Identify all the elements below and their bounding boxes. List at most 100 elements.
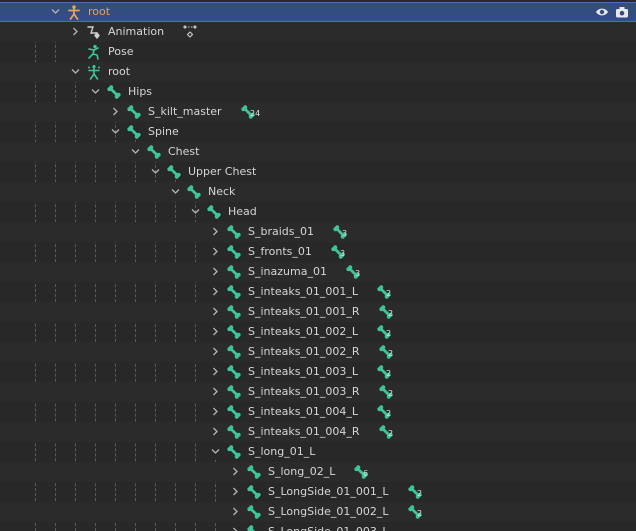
chevron-right-icon[interactable] xyxy=(208,304,222,320)
chevron-right-icon[interactable] xyxy=(208,284,222,300)
bone-icon xyxy=(246,524,262,531)
chevron-down-icon[interactable] xyxy=(168,184,182,200)
outliner-row[interactable]: root xyxy=(0,62,636,82)
outliner-row[interactable]: S_braids_01 3 xyxy=(0,222,636,242)
chevron-down-icon[interactable] xyxy=(148,164,162,180)
outliner-row[interactable]: Spine xyxy=(0,122,636,142)
outliner-row[interactable]: S_inteaks_01_004_L 2 xyxy=(0,402,636,422)
child-count: 2 xyxy=(388,429,394,438)
outliner-row[interactable]: Animation xyxy=(0,22,636,42)
child-count-badge[interactable]: 2 xyxy=(376,284,398,300)
outliner-row[interactable]: S_long_01_L xyxy=(0,442,636,462)
outliner-row[interactable]: S_fronts_01 3 xyxy=(0,242,636,262)
chevron-down-icon[interactable] xyxy=(68,64,82,80)
child-count-badge[interactable]: 2 xyxy=(407,504,429,520)
chevron-down-icon[interactable] xyxy=(128,144,142,160)
chevron-right-icon[interactable] xyxy=(228,484,242,500)
chevron-right-icon[interactable] xyxy=(108,104,122,120)
chevron-down-icon[interactable] xyxy=(48,4,62,20)
chevron-right-icon[interactable] xyxy=(208,424,222,440)
outliner-row[interactable]: Head xyxy=(0,202,636,222)
child-count-badge[interactable]: 3 xyxy=(345,264,367,280)
child-count-badge[interactable]: 3 xyxy=(332,224,354,240)
chevron-right-icon[interactable] xyxy=(208,404,222,420)
chevron-right-icon[interactable] xyxy=(68,24,82,40)
row-label: Neck xyxy=(208,185,236,198)
child-count: 2 xyxy=(417,489,423,498)
pose-icon xyxy=(86,44,102,60)
outliner-row[interactable]: Pose xyxy=(0,42,636,62)
child-count-badge[interactable]: 2 xyxy=(376,364,398,380)
eye-icon[interactable] xyxy=(595,5,609,22)
child-count-badge[interactable]: 2 xyxy=(376,404,398,420)
child-count: 2 xyxy=(388,349,394,358)
row-label: S_inteaks_01_001_L xyxy=(248,285,359,298)
child-count: 24 xyxy=(250,109,261,118)
child-count: 2 xyxy=(386,409,392,418)
child-count-badge[interactable]: 2 xyxy=(378,304,400,320)
outliner-row[interactable]: root xyxy=(0,2,636,22)
row-label: S_inteaks_01_002_L xyxy=(248,325,359,338)
child-count-badge[interactable]: 24 xyxy=(240,104,262,120)
camera-icon[interactable] xyxy=(615,5,629,22)
chevron-right-icon[interactable] xyxy=(208,384,222,400)
row-label: S_inteaks_01_003_R xyxy=(248,385,360,398)
chevron-down-icon[interactable] xyxy=(208,444,222,460)
keyframe-icon xyxy=(182,24,204,40)
outliner-row[interactable]: S_long_02_L 6 xyxy=(0,462,636,482)
child-count-badge[interactable]: 2 xyxy=(378,344,400,360)
outliner-row[interactable]: S_LongSide_01_001_L 2 xyxy=(0,482,636,502)
child-count: 3 xyxy=(340,249,346,258)
outliner-row[interactable]: Hips xyxy=(0,82,636,102)
chevron-right-icon[interactable] xyxy=(208,224,222,240)
child-count: 2 xyxy=(388,389,394,398)
chevron-right-icon[interactable] xyxy=(208,344,222,360)
bone-icon xyxy=(146,144,162,160)
bone-icon xyxy=(226,404,242,420)
chevron-down-icon[interactable] xyxy=(108,124,122,140)
bone-icon xyxy=(226,284,242,300)
outliner-row[interactable]: S_inteaks_01_003_L 2 xyxy=(0,362,636,382)
outliner-row[interactable]: S_LongSide_01_002_L 2 xyxy=(0,502,636,522)
row-label: S_LongSide_01_002_L xyxy=(268,505,389,518)
child-count-badge[interactable]: 2 xyxy=(407,484,429,500)
chevron-right-icon[interactable] xyxy=(208,364,222,380)
row-label: S_fronts_01 xyxy=(248,245,312,258)
child-count-badge[interactable]: 2 xyxy=(378,384,400,400)
outliner-row[interactable]: S_inteaks_01_003_R 2 xyxy=(0,382,636,402)
bone-icon xyxy=(246,484,262,500)
chevron-right-icon[interactable] xyxy=(228,524,242,531)
row-label: Pose xyxy=(108,45,134,58)
outliner-row[interactable]: S_inazuma_01 3 xyxy=(0,262,636,282)
outliner-row[interactable]: Upper Chest xyxy=(0,162,636,182)
row-label: S_inteaks_01_001_R xyxy=(248,305,360,318)
outliner-row[interactable]: S_inteaks_01_004_R 2 xyxy=(0,422,636,442)
child-count-badge[interactable]: 2 xyxy=(376,324,398,340)
chevron-right-icon[interactable] xyxy=(208,324,222,340)
child-count-badge[interactable]: 3 xyxy=(330,244,352,260)
chevron-right-icon[interactable] xyxy=(228,504,242,520)
chevron-right-icon[interactable] xyxy=(208,264,222,280)
row-label: S_inteaks_01_004_L xyxy=(248,405,359,418)
outliner-row[interactable]: S_inteaks_01_001_R 2 xyxy=(0,302,636,322)
row-label: S_long_02_L xyxy=(268,465,336,478)
chevron-down-icon[interactable] xyxy=(188,204,202,220)
child-count-badge[interactable]: 2 xyxy=(378,424,400,440)
chevron-down-icon[interactable] xyxy=(88,84,102,100)
outliner-tree[interactable]: root Animation Pose root Hips S_kilt_mas… xyxy=(0,0,636,531)
bone-icon xyxy=(186,184,202,200)
row-label: Head xyxy=(228,205,257,218)
child-count: 2 xyxy=(386,289,392,298)
outliner-row[interactable]: S_LongSide_01_003_L xyxy=(0,522,636,531)
child-count: 2 xyxy=(386,329,392,338)
child-count-badge[interactable]: 6 xyxy=(353,464,375,480)
armature-data-icon xyxy=(86,64,102,80)
outliner-row[interactable]: Neck xyxy=(0,182,636,202)
chevron-right-icon[interactable] xyxy=(228,464,242,480)
outliner-row[interactable]: S_inteaks_01_002_L 2 xyxy=(0,322,636,342)
outliner-row[interactable]: S_kilt_master 24 xyxy=(0,102,636,122)
chevron-right-icon[interactable] xyxy=(208,244,222,260)
outliner-row[interactable]: S_inteaks_01_001_L 2 xyxy=(0,282,636,302)
outliner-row[interactable]: Chest xyxy=(0,142,636,162)
outliner-row[interactable]: S_inteaks_01_002_R 2 xyxy=(0,342,636,362)
